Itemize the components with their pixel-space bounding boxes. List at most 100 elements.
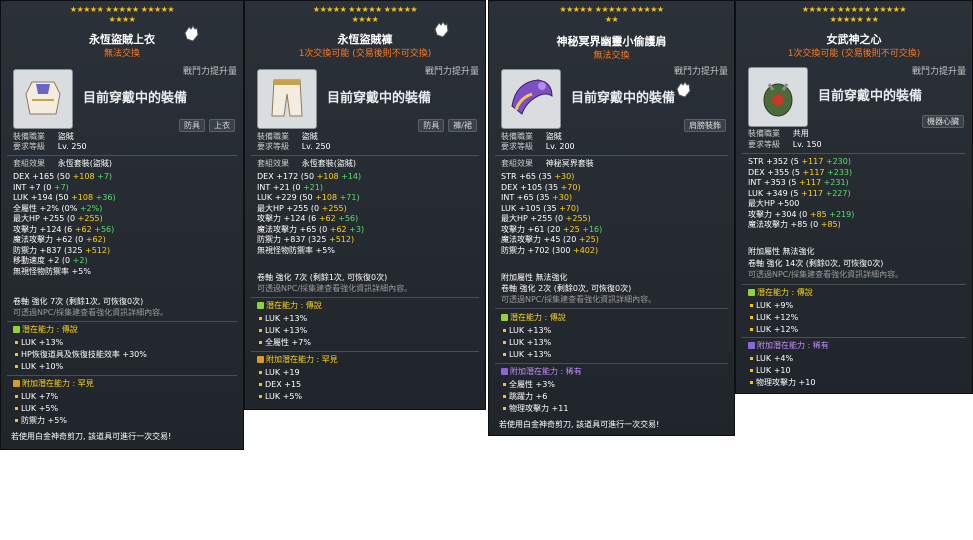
stat-name: 防禦力	[13, 245, 37, 255]
stat-enhance: +233)	[824, 167, 853, 177]
stat-bonus: +108	[314, 172, 339, 181]
trade-status: 1次交換可能 (交易後則不可交換)	[298, 49, 432, 59]
potential-line: LUK +9%	[756, 301, 794, 310]
stat-total: +61	[525, 224, 545, 234]
stat-total: +2%	[37, 203, 59, 213]
item-name: 女武神之心	[826, 33, 882, 46]
stat-name: DEX	[501, 182, 518, 192]
item-tooltip-panel: ★★★★★ ★★★★★ ★★★★★ ★★★★★ ★★ 女武神之心 1次交換可能 (…	[735, 0, 973, 394]
item-tooltip-panel: ★★★★★ ★★★★★ ★★★★★ ★★★★ 永恆盜賊上衣 無法交換 戰鬥力提升量…	[0, 0, 244, 450]
item-icon-heart	[748, 67, 808, 127]
additional-potential-line: LUK +7%	[21, 392, 59, 401]
robe-icon	[25, 81, 61, 115]
item-tooltip-panel: ★★★★★ ★★★★★ ★★★★★ ★★★★ 永恆盜賊褲 1次交換可能 (交易後則…	[244, 0, 486, 410]
additional-potential-line: 物理攻擊力 +10	[756, 378, 816, 387]
stat-name: LUK	[501, 203, 517, 213]
stat-row: DEX +172 (50 +108 +14)	[257, 172, 361, 182]
additional-potential-line: 物理攻擊力 +11	[509, 404, 569, 413]
level-label: 要求等級	[501, 142, 533, 151]
stat-name: 移動速度	[13, 256, 45, 265]
stat-name: 攻擊力	[748, 209, 772, 219]
stat-bonus: +255)	[319, 203, 347, 213]
item-category-tag: 防具	[179, 119, 205, 132]
stat-base: (35	[535, 172, 552, 181]
item-slot-tag: 肩膀裝飾	[684, 119, 726, 132]
stat-total: +124	[37, 224, 62, 234]
potential-grade-icon	[501, 314, 508, 321]
set-label: 套組效果	[257, 159, 289, 168]
additional-potential-title: 附加潛在能力 : 罕見	[22, 379, 94, 388]
stat-bonus: +255)	[75, 214, 103, 223]
potential-line: LUK +12%	[756, 313, 799, 322]
stat-bonus: +117	[798, 188, 823, 198]
stat-total: +62	[53, 235, 73, 244]
stat-name: 最大HP	[501, 214, 528, 223]
stat-base: (5	[788, 157, 799, 166]
stat-base: (6	[305, 214, 317, 223]
stat-row: INT +21 (0 +21)	[257, 183, 323, 193]
stat-name: 魔法攻擊力	[257, 224, 297, 234]
stat-bonus: +62	[316, 214, 336, 223]
mechanical-heart-icon	[763, 83, 793, 117]
stat-base: (35	[542, 182, 559, 192]
potential-title: 潛在能力 : 傳說	[757, 288, 813, 297]
stat-enhance: +227)	[822, 188, 851, 198]
stat-base: (5	[789, 167, 800, 177]
additional-potential-title: 附加潛在能力 : 罕見	[266, 355, 338, 364]
stat-bonus: +62	[72, 224, 92, 234]
stat-total: +21	[270, 182, 290, 192]
stat-bonus: +117	[796, 178, 822, 187]
stat-total: +65	[297, 224, 317, 234]
stat-row: 最大HP +500	[748, 199, 799, 209]
stat-bonus: +117	[798, 157, 824, 166]
stat-name: 最大HP	[257, 203, 284, 213]
stat-base: (50	[54, 172, 71, 181]
stat-enhance: +56)	[335, 214, 359, 223]
level-value: Lv. 250	[57, 142, 87, 151]
additional-potential-line: DEX +15	[265, 380, 302, 389]
additional-potential-icon	[13, 380, 20, 387]
set-value: 永恆套裝(盜賊)	[57, 159, 112, 168]
potential-line: LUK +13%	[509, 338, 552, 347]
level-label: 要求等級	[257, 142, 289, 151]
stat-name: LUK	[257, 193, 273, 202]
stat-enhance: +16)	[579, 224, 603, 234]
stat-name: 防禦力	[501, 245, 525, 255]
stat-base: (0	[807, 220, 819, 229]
equipped-label: 目前穿戴中的裝備	[571, 91, 676, 106]
scroll-enhance: 卷軸 強化 14次 (剩餘0次, 可恢復0次)	[748, 259, 884, 268]
additional-potential-title: 附加潛在能力 : 稀有	[757, 341, 829, 350]
stat-row: 防禦力 +837 (325 +512)	[13, 246, 110, 256]
stat-name: 攻擊力	[13, 224, 37, 234]
stat-name: LUK	[748, 188, 764, 198]
potential-title: 潛在能力 : 傳說	[510, 313, 566, 322]
stat-total: +500	[774, 199, 800, 208]
stat-base: (0	[64, 214, 76, 223]
stat-row: 攻擊力 +124 (6 +62 +56)	[13, 225, 114, 235]
stat-total: +2	[45, 256, 60, 265]
additional-potential-line: 全屬性 +3%	[509, 380, 555, 389]
set-label: 套組效果	[13, 159, 45, 168]
job-label: 裝備職業	[748, 129, 780, 138]
stat-enhance: +71)	[337, 193, 360, 202]
potential-grade-icon	[748, 289, 755, 296]
potential-title: 潛在能力 : 傳說	[266, 301, 322, 310]
potential-line: LUK +12%	[756, 325, 799, 334]
stat-name: INT	[748, 178, 762, 187]
stat-bonus: +108	[70, 172, 95, 181]
additional-potential-line: LUK +5%	[265, 392, 303, 401]
scroll-enhance: 卷軸 強化 7次 (剩餘1次, 可恢復0次)	[13, 297, 144, 306]
stat-bonus: +70)	[556, 203, 580, 213]
stat-bonus: +30)	[549, 193, 573, 202]
extra-attribute: 附加屬性 無法強化	[501, 273, 568, 282]
stat-total: +105	[517, 182, 543, 192]
stat-base: (5	[787, 188, 799, 198]
stat-bonus: +25)	[576, 235, 599, 244]
stat-row: 防禦力 +702 (300 +402)	[501, 246, 598, 256]
additional-potential-icon	[748, 342, 755, 349]
potential-line: LUK +13%	[509, 350, 552, 359]
stat-total: +194	[28, 193, 53, 202]
stat-enhance: +3)	[346, 224, 365, 234]
stat-total: +255	[527, 214, 553, 223]
stat-bonus: +85)	[818, 220, 841, 229]
